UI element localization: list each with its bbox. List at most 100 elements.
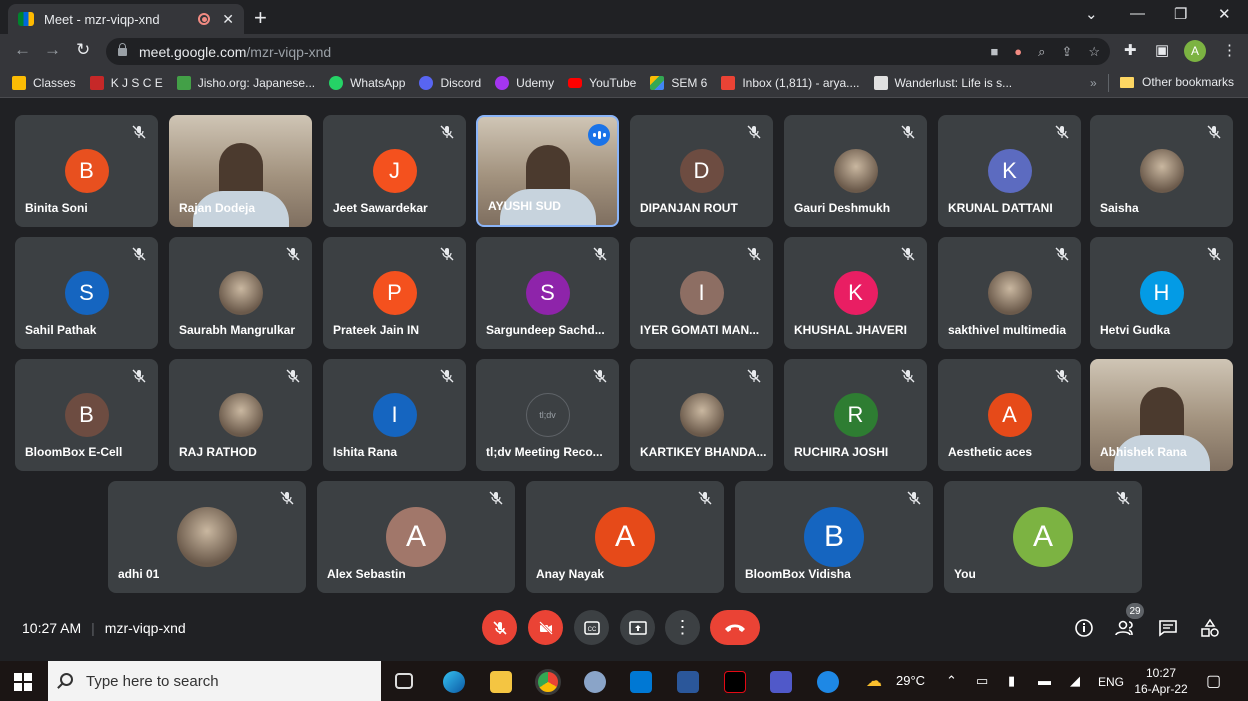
microphone-off-button[interactable] bbox=[482, 610, 517, 645]
back-arrow-icon[interactable]: ← bbox=[14, 40, 31, 60]
participant-tile[interactable]: H Hetvi Gudka bbox=[1090, 237, 1233, 349]
camera-icon[interactable]: ■ bbox=[990, 44, 998, 59]
word-icon[interactable] bbox=[677, 671, 699, 693]
windows-start-icon[interactable] bbox=[14, 673, 32, 691]
muted-microphone-icon bbox=[901, 247, 915, 261]
task-view-icon[interactable] bbox=[395, 673, 413, 689]
edge-icon[interactable] bbox=[443, 671, 465, 693]
participant-tile[interactable]: P Prateek Jain IN bbox=[323, 237, 466, 349]
muted-microphone-icon bbox=[280, 491, 294, 505]
help-icon[interactable] bbox=[817, 671, 839, 693]
bookmark-jisho[interactable]: Jisho.org: Japanese... bbox=[176, 75, 315, 90]
bookmark-sem6[interactable]: SEM 6 bbox=[650, 75, 707, 90]
participant-tile[interactable]: R RUCHIRA JOSHI bbox=[784, 359, 927, 471]
side-panel-icon[interactable]: ▣ bbox=[1155, 41, 1169, 59]
participant-tile[interactable]: RAJ RATHOD bbox=[169, 359, 312, 471]
language-indicator[interactable]: ENG bbox=[1098, 675, 1124, 689]
notifications-icon[interactable]: ▢ bbox=[1206, 671, 1221, 691]
participant-tile[interactable]: Saurabh Mangrulkar bbox=[169, 237, 312, 349]
teams-icon[interactable] bbox=[770, 671, 792, 693]
taskbar-search-box[interactable]: Type here to search bbox=[48, 661, 381, 701]
participant-tile[interactable]: adhi 01 bbox=[108, 481, 306, 593]
participant-tile[interactable]: Abhishek Rana bbox=[1090, 359, 1233, 471]
participant-tile[interactable]: sakthivel multimedia bbox=[938, 237, 1081, 349]
participant-tile[interactable]: K KHUSHAL JHAVERI bbox=[784, 237, 927, 349]
snipping-tool-icon[interactable] bbox=[584, 671, 606, 693]
chrome-icon[interactable] bbox=[535, 669, 561, 695]
leave-call-button[interactable] bbox=[710, 610, 760, 645]
touch-keyboard-icon[interactable]: ▭ bbox=[976, 673, 988, 689]
bookmark-wanderlust[interactable]: Wanderlust: Life is s... bbox=[873, 75, 1012, 90]
extensions-puzzle-icon[interactable]: ✚ bbox=[1124, 41, 1137, 59]
file-explorer-icon[interactable] bbox=[490, 671, 512, 693]
window-close-button[interactable]: ✕ bbox=[1218, 5, 1231, 23]
profile-avatar[interactable]: A bbox=[1184, 40, 1206, 62]
other-bookmarks-folder[interactable]: Other bookmarks bbox=[1120, 75, 1234, 89]
forward-arrow-icon[interactable]: → bbox=[44, 40, 61, 60]
browser-tab-meet[interactable]: Meet - mzr-viqp-xnd ✕ bbox=[8, 4, 244, 34]
participant-tile[interactable]: J Jeet Sawardekar bbox=[323, 115, 466, 227]
bookmark-inbox[interactable]: Inbox (1,811) - arya.... bbox=[721, 75, 860, 90]
participant-tile[interactable]: Saisha bbox=[1090, 115, 1233, 227]
bookmark-kjsce[interactable]: K J S C E bbox=[89, 75, 163, 90]
minimize-button[interactable]: — bbox=[1130, 5, 1145, 22]
reload-icon[interactable]: ↻ bbox=[76, 40, 90, 60]
bookmark-udemy[interactable]: Udemy bbox=[495, 75, 554, 90]
participant-tile[interactable]: I Ishita Rana bbox=[323, 359, 466, 471]
participant-tile[interactable]: B Binita Soni bbox=[15, 115, 158, 227]
microphone-blocked-icon[interactable]: ● bbox=[1014, 44, 1022, 59]
captions-button[interactable]: CC bbox=[574, 610, 609, 645]
participant-name: Gauri Deshmukh bbox=[794, 201, 891, 215]
bookmark-discord[interactable]: Discord bbox=[419, 75, 481, 90]
participant-tile[interactable]: A Alex Sebastin bbox=[317, 481, 515, 593]
tab-search-icon[interactable]: ⌄ bbox=[1085, 5, 1098, 23]
activities-button[interactable] bbox=[1199, 617, 1221, 639]
clock-time: 10:27 bbox=[1145, 666, 1177, 680]
participant-tile[interactable]: Gauri Deshmukh bbox=[784, 115, 927, 227]
participant-tile[interactable]: AYUSHI SUD bbox=[476, 115, 619, 227]
participant-tile[interactable]: D DIPANJAN ROUT bbox=[630, 115, 773, 227]
wifi-icon[interactable]: ◢ bbox=[1070, 673, 1080, 689]
participant-tile[interactable]: tl;dv tl;dv Meeting Reco... bbox=[476, 359, 619, 471]
battery-icon[interactable]: ▬ bbox=[1038, 673, 1051, 688]
people-button[interactable] bbox=[1115, 617, 1137, 639]
participant-name: adhi 01 bbox=[118, 567, 160, 581]
camera-off-button[interactable] bbox=[528, 610, 563, 645]
vscode-icon[interactable] bbox=[630, 671, 652, 693]
microphone-tray-icon[interactable]: ▮ bbox=[1008, 673, 1015, 689]
netflix-icon[interactable] bbox=[724, 671, 746, 693]
present-screen-button[interactable] bbox=[620, 610, 655, 645]
participant-tile[interactable]: I IYER GOMATI MAN... bbox=[630, 237, 773, 349]
zoom-icon[interactable]: ⌕ bbox=[1038, 44, 1045, 60]
participant-tile[interactable]: KARTIKEY BHANDA... bbox=[630, 359, 773, 471]
participant-tile[interactable]: Rajan Dodeja bbox=[169, 115, 312, 227]
participant-tile[interactable]: B BloomBox Vidisha bbox=[735, 481, 933, 593]
participant-avatar bbox=[833, 149, 878, 193]
share-icon[interactable]: ⇪ bbox=[1061, 44, 1072, 60]
participant-tile[interactable]: B BloomBox E-Cell bbox=[15, 359, 158, 471]
temperature[interactable]: 29°C bbox=[896, 673, 925, 688]
weather-icon[interactable]: ☁ bbox=[866, 671, 882, 691]
participant-tile[interactable]: A Aesthetic aces bbox=[938, 359, 1081, 471]
bookmark-star-icon[interactable]: ☆ bbox=[1088, 44, 1100, 60]
more-bookmarks-icon[interactable]: » bbox=[1090, 76, 1097, 90]
tab-close-button[interactable]: ✕ bbox=[222, 11, 234, 28]
bookmark-youtube[interactable]: YouTube bbox=[568, 76, 636, 90]
participant-tile[interactable]: K KRUNAL DATTANI bbox=[938, 115, 1081, 227]
bookmark-classes[interactable]: Classes bbox=[12, 75, 76, 90]
taskbar-clock[interactable]: 10:27 16-Apr-22 bbox=[1130, 665, 1192, 697]
participant-tile[interactable]: A Anay Nayak bbox=[526, 481, 724, 593]
participant-tile[interactable]: S Sahil Pathak bbox=[15, 237, 158, 349]
participant-tile[interactable]: A You bbox=[944, 481, 1142, 593]
tray-overflow-icon[interactable]: ⌃ bbox=[946, 673, 957, 689]
restore-button[interactable]: ❐ bbox=[1174, 5, 1187, 23]
meeting-details-button[interactable] bbox=[1073, 617, 1095, 639]
new-tab-button[interactable]: + bbox=[254, 5, 267, 31]
bookmark-whatsapp[interactable]: WhatsApp bbox=[329, 75, 405, 90]
participant-avatar: P bbox=[372, 271, 417, 315]
participant-tile[interactable]: S Sargundeep Sachd... bbox=[476, 237, 619, 349]
more-options-button[interactable]: ⋮ bbox=[665, 610, 700, 645]
chrome-menu-icon[interactable]: ⋮ bbox=[1222, 41, 1237, 59]
address-bar[interactable]: meet.google.com/mzr-viqp-xnd ■ ● ⌕ ⇪ ☆ bbox=[106, 38, 1110, 65]
chat-button[interactable] bbox=[1157, 617, 1179, 639]
